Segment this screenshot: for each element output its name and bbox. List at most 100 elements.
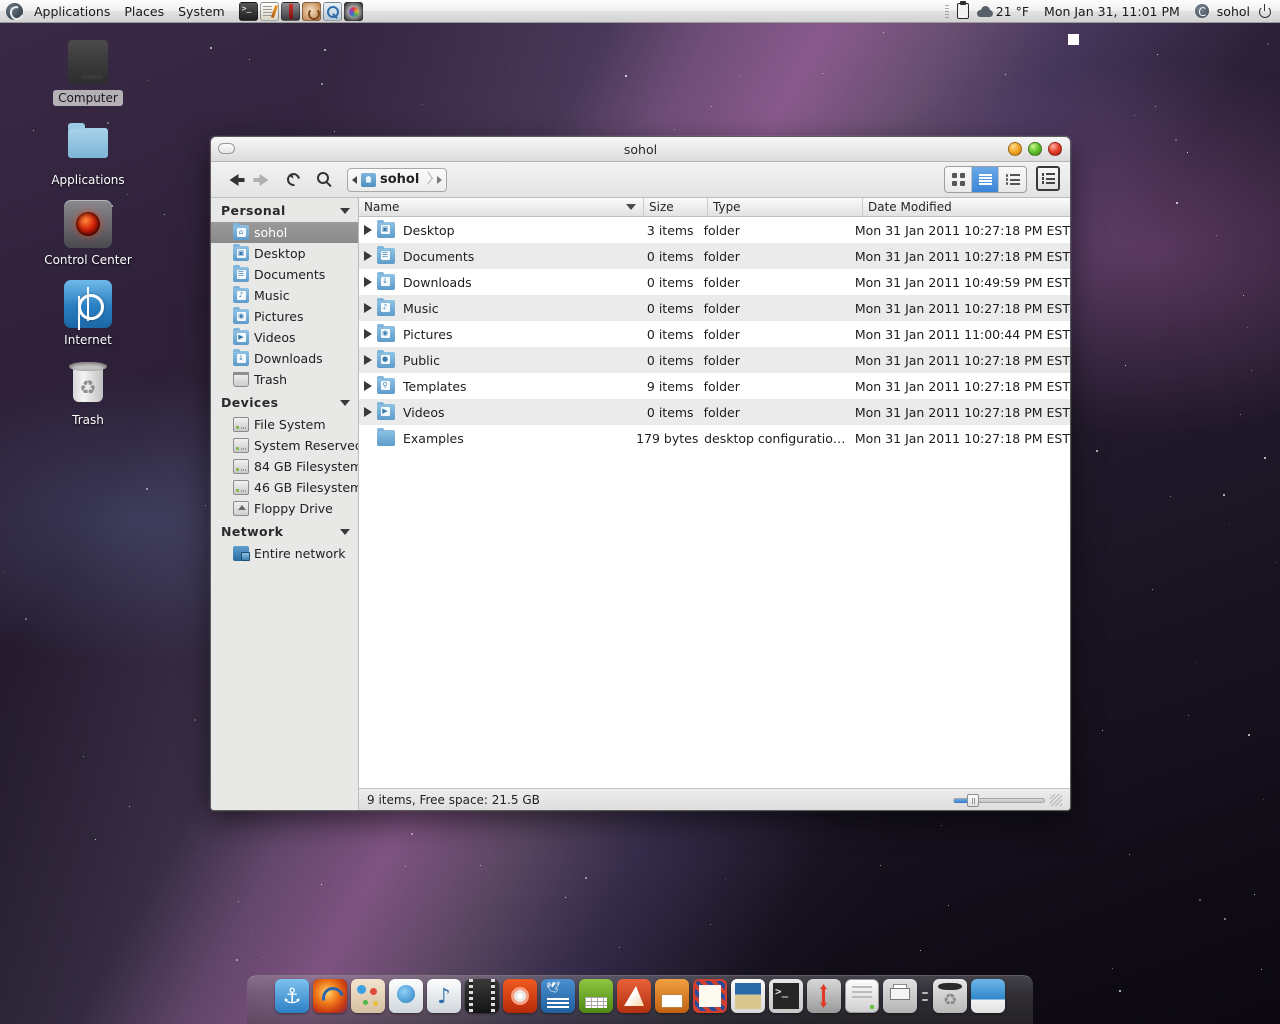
table-row[interactable]: ↓ Downloads 0 items folder Mon 31 Jan 20… (359, 269, 1070, 295)
sidebar-item-documents[interactable]: ☰ Documents (211, 264, 358, 285)
menu-places[interactable]: Places (117, 2, 171, 21)
window-toolbar[interactable]: sohol (211, 162, 1070, 198)
user-icon[interactable] (1195, 4, 1209, 18)
column-headers[interactable]: Name Size Type Date Modified (359, 198, 1070, 217)
maximize-button[interactable] (1028, 142, 1042, 156)
chevron-down-icon[interactable] (340, 208, 350, 214)
terminal-launcher-icon[interactable] (239, 2, 258, 21)
expander-triangle-icon[interactable] (359, 381, 377, 391)
sidebar-item-floppy-drive[interactable]: Floppy Drive (211, 498, 358, 519)
list-view-button[interactable] (999, 167, 1026, 192)
file-list[interactable]: Name Size Type Date Modified (359, 198, 1070, 810)
dock-archive[interactable] (845, 979, 879, 1013)
sidebar-item-music[interactable]: ♪ Music (211, 285, 358, 306)
forward-button[interactable] (251, 167, 277, 193)
dock-anchor[interactable] (275, 979, 309, 1013)
gnome-foot-icon[interactable] (6, 3, 23, 20)
search-launcher-icon[interactable] (323, 2, 342, 21)
desktop-icon-internet[interactable]: Internet (36, 280, 140, 348)
top-panel[interactable]: Applications Places System 21 °F Mon Jan… (0, 0, 1280, 23)
text-editor-launcher-icon[interactable] (260, 2, 279, 21)
file-manager-window[interactable]: sohol sohol (210, 136, 1071, 811)
breadcrumb[interactable]: sohol (347, 168, 447, 192)
column-header-size[interactable]: Size (644, 198, 708, 216)
window-titlebar[interactable]: sohol (211, 137, 1070, 162)
desktop-icon-control-center[interactable]: Control Center (36, 200, 140, 268)
user-name-label[interactable]: sohol (1217, 4, 1250, 19)
sidebar-section-personal[interactable]: Personal (211, 198, 358, 222)
column-header-type[interactable]: Type (708, 198, 863, 216)
expander-triangle-icon[interactable] (359, 303, 377, 313)
table-row[interactable]: ● Public 0 items folder Mon 31 Jan 2011 … (359, 347, 1070, 373)
sidebar-item-videos[interactable]: ▶ Videos (211, 327, 358, 348)
table-row[interactable]: ♪ Music 0 items folder Mon 31 Jan 2011 1… (359, 295, 1070, 321)
expander-triangle-icon[interactable] (359, 251, 377, 261)
close-button[interactable] (1048, 142, 1062, 156)
zoom-slider[interactable] (953, 795, 1045, 804)
zoom-slider-knob[interactable] (967, 794, 979, 807)
expander-triangle-icon[interactable] (359, 407, 377, 417)
table-row[interactable]: ⚲ Templates 9 items folder Mon 31 Jan 20… (359, 373, 1070, 399)
properties-button[interactable] (1036, 166, 1060, 191)
shell-launcher-icon[interactable] (302, 2, 321, 21)
table-row[interactable]: ☰ Documents 0 items folder Mon 31 Jan 20… (359, 243, 1070, 269)
dock-writer[interactable] (541, 979, 575, 1013)
sidebar-item-pictures[interactable]: ◉ Pictures (211, 306, 358, 327)
column-header-date-modified[interactable]: Date Modified (863, 198, 1070, 216)
chevron-down-icon[interactable] (340, 400, 350, 406)
dock-window[interactable] (971, 979, 1005, 1013)
sidebar[interactable]: Personal ⌂ sohol ▣ Desktop ☰ Documents ♪ (211, 198, 359, 810)
suit-launcher-icon[interactable] (281, 2, 300, 21)
sidebar-item-84gb-filesystem[interactable]: 84 GB Filesystem (211, 456, 358, 477)
dock-web-browser[interactable] (389, 979, 423, 1013)
desktop-icon-computer[interactable]: Computer (36, 38, 140, 106)
search-button[interactable] (311, 167, 337, 193)
dock-mail[interactable] (693, 979, 727, 1013)
dock-photo-viewer[interactable] (731, 979, 765, 1013)
sidebar-item-46gb-filesystem[interactable]: 46 GB Filesystem (211, 477, 358, 498)
minimize-button[interactable] (1008, 142, 1022, 156)
breadcrumb-item-sohol[interactable]: sohol (361, 172, 419, 187)
breadcrumb-next-icon[interactable] (437, 176, 442, 184)
icon-view-button[interactable] (945, 167, 972, 192)
clock-applet[interactable]: Mon Jan 31, 11:01 PM (1037, 2, 1187, 21)
sidebar-item-downloads[interactable]: ↓ Downloads (211, 348, 358, 369)
sidebar-item-entire-network[interactable]: Entire network (211, 543, 358, 564)
dock[interactable] (247, 975, 1033, 1024)
desktop-icon-trash[interactable]: Trash (36, 360, 140, 428)
desktop-icon-applications[interactable]: Applications (36, 120, 140, 188)
menu-applications[interactable]: Applications (27, 2, 117, 21)
breadcrumb-prev-icon[interactable] (352, 176, 357, 184)
dock-trash[interactable] (933, 979, 967, 1013)
dock-terminal[interactable] (769, 979, 803, 1013)
compact-view-button[interactable] (972, 167, 999, 192)
back-button[interactable] (221, 167, 247, 193)
sidebar-item-sohol[interactable]: ⌂ sohol (211, 222, 358, 243)
color-picker-launcher-icon[interactable] (344, 2, 363, 21)
weather-applet[interactable]: 21 °F (977, 4, 1029, 19)
file-rows[interactable]: ▣ Desktop 3 items folder Mon 31 Jan 2011… (359, 217, 1070, 788)
dock-video-player[interactable] (465, 979, 499, 1013)
power-icon[interactable] (1258, 4, 1272, 18)
resize-grip[interactable] (1050, 794, 1062, 806)
dock-paint[interactable] (351, 979, 385, 1013)
dock-firefox[interactable] (313, 979, 347, 1013)
table-row[interactable]: ▣ Desktop 3 items folder Mon 31 Jan 2011… (359, 217, 1070, 243)
sidebar-item-desktop[interactable]: ▣ Desktop (211, 243, 358, 264)
dock-music-player[interactable] (427, 979, 461, 1013)
shade-button[interactable] (218, 143, 235, 154)
expander-triangle-icon[interactable] (359, 355, 377, 365)
chevron-down-icon[interactable] (340, 529, 350, 535)
dock-disc-burner[interactable] (503, 979, 537, 1013)
sidebar-item-system-reserved[interactable]: System Reserved (211, 435, 358, 456)
sidebar-item-file-system[interactable]: File System (211, 414, 358, 435)
desktop[interactable]: Computer Applications Control Center Int… (0, 0, 1280, 1024)
dock-draw[interactable] (617, 979, 651, 1013)
sidebar-section-devices[interactable]: Devices (211, 390, 358, 414)
dock-move-tool[interactable] (807, 979, 841, 1013)
reload-button[interactable] (281, 167, 307, 193)
dock-impress[interactable] (655, 979, 689, 1013)
expander-triangle-icon[interactable] (359, 277, 377, 287)
table-row[interactable]: ▶ Videos 0 items folder Mon 31 Jan 2011 … (359, 399, 1070, 425)
clipboard-icon[interactable] (957, 3, 969, 19)
